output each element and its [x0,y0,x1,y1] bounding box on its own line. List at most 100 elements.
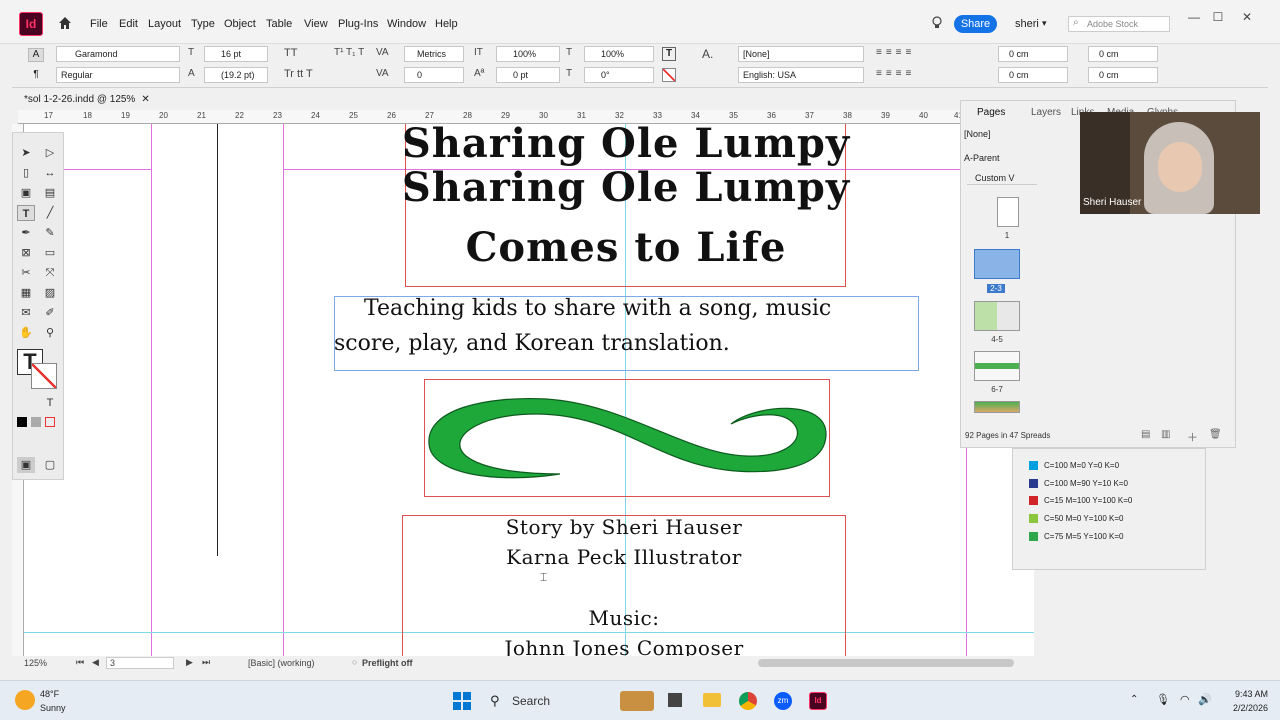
swatch-row[interactable]: C=15 M=100 Y=100 K=0 [1013,492,1205,509]
font-style-field[interactable]: Regular [56,67,180,83]
file-explorer-icon[interactable] [703,693,721,707]
gap-tool-icon[interactable]: ↔ [41,165,59,181]
page-thumb-4-5[interactable] [974,301,1020,331]
minimize-icon[interactable]: — [1184,10,1204,24]
fill-text-icon[interactable]: T [662,47,676,61]
skew-field[interactable]: 0° [584,67,654,83]
clock-time[interactable]: 9:43 AM [1218,689,1268,699]
taskbar-search[interactable]: Search [484,689,604,713]
previous-page-icon[interactable]: ◀ [92,657,99,668]
pencil-tool-icon[interactable]: ✎ [41,225,59,241]
vertical-scale-field[interactable]: 100% [496,46,560,62]
edit-page-size-icon[interactable]: ▤ [1141,429,1150,440]
menu-table[interactable]: Table [266,18,292,30]
content-placer-icon[interactable]: ▤ [41,185,59,201]
eyedropper-tool-icon[interactable]: ✐ [41,305,59,321]
font-size-field[interactable]: 16 pt [204,46,268,62]
last-page-icon[interactable]: ⏭ [202,657,210,668]
paragraph-mode-icon[interactable]: ¶ [28,68,44,82]
delete-page-icon[interactable]: 🗑 [1209,429,1222,440]
tray-chevron-icon[interactable]: ⌃ [1130,694,1138,705]
share-button[interactable]: Share [954,15,997,33]
tab-layers[interactable]: Layers [1031,107,1061,118]
gradient-feather-tool-icon[interactable]: ▨ [41,285,59,301]
rectangle-frame-tool-icon[interactable]: ⊠ [17,245,35,261]
swatch-row[interactable]: C=50 M=0 Y=100 K=0 [1013,510,1205,527]
first-line-indent-field[interactable]: 0 cm [998,67,1068,83]
chrome-icon[interactable] [739,692,757,710]
apply-color-icon[interactable] [17,417,27,427]
menu-window[interactable]: Window [387,18,426,30]
green-swirl-graphic[interactable] [426,394,828,484]
user-menu[interactable]: sheri [1015,18,1039,30]
kerning-field[interactable]: Metrics [404,46,464,62]
horizontal-scrollbar[interactable] [758,659,1014,667]
formatting-text-icon[interactable]: T [41,395,59,411]
first-page-icon[interactable]: ⏮ [76,657,84,668]
zoom-tool-icon[interactable]: ⚲ [41,325,59,341]
scissors-tool-icon[interactable]: ✂ [17,265,35,281]
menu-object[interactable]: Object [224,18,256,30]
last-line-indent-field[interactable]: 0 cm [1088,67,1158,83]
document-tab[interactable]: *sol 1-2-26.indd @ 125% ✕ [12,90,152,110]
home-icon[interactable] [57,15,73,31]
tab-pages[interactable]: Pages [977,107,1005,118]
next-page-icon[interactable]: ▶ [186,657,193,668]
menu-type[interactable]: Type [191,18,215,30]
direct-selection-tool-icon[interactable]: ▷ [41,145,59,161]
page-thumb-6-7[interactable] [974,351,1020,381]
page-thumb-8-9[interactable] [974,401,1020,413]
volume-icon[interactable]: 🔊 [1198,693,1212,706]
swatch-row[interactable]: C=100 M=0 Y=0 K=0 [1013,457,1205,474]
underline-icon[interactable]: Tr tt T [284,68,313,80]
page-options-icon[interactable]: ▥ [1161,429,1170,440]
stroke-none-icon[interactable] [662,68,676,82]
windows-start-icon[interactable] [453,692,471,710]
maximize-icon[interactable]: ☐ [1208,10,1228,24]
clock-date[interactable]: 2/2/2026 [1218,703,1268,713]
type-tool-icon[interactable]: T [17,205,35,221]
line-tool-icon[interactable]: ╱ [41,205,59,221]
character-mode-icon[interactable]: A [28,48,44,62]
menu-plugins[interactable]: Plug-Ins [338,18,378,30]
microphone-icon[interactable]: 🎙 [1156,693,1170,706]
align-buttons-bottom[interactable]: ≡≡≡≡ [876,68,915,79]
page-number-field[interactable]: 3 [106,657,174,669]
swatch-row[interactable]: C=75 M=5 Y=100 K=0 [1013,528,1205,545]
widgets-icon[interactable] [620,691,654,711]
wifi-icon[interactable]: ◠ [1180,693,1190,706]
adobe-stock-search[interactable]: Adobe Stock [1068,16,1170,32]
zoom-app-icon[interactable]: zm [774,692,792,710]
close-icon[interactable]: ✕ [1237,10,1257,24]
selection-tool-icon[interactable]: ➤ [17,145,35,161]
baseline-shift-field[interactable]: 0 pt [496,67,560,83]
parent-a[interactable]: A-Parent [964,153,1000,163]
hand-tool-icon[interactable]: ✋ [17,325,35,341]
profile-label[interactable]: [Basic] (working) [248,658,315,668]
apply-none-icon[interactable] [45,417,55,427]
rectangle-tool-icon[interactable]: ▭ [41,245,59,261]
page-size-dropdown[interactable]: Custom V [967,171,1037,185]
preview-mode-icon[interactable]: ▢ [41,457,59,473]
language-field[interactable]: English: USA [738,67,864,83]
superscript-icon[interactable]: T¹ T₁ T [334,47,364,58]
right-indent-field[interactable]: 0 cm [1088,46,1158,62]
horizontal-scale-field[interactable]: 100% [584,46,654,62]
menu-layout[interactable]: Layout [148,18,181,30]
align-buttons-top[interactable]: ≡≡≡≡ [876,47,915,58]
page-tool-icon[interactable]: ▯ [17,165,35,181]
leading-field[interactable]: (19.2 pt) [204,67,268,83]
page-thumb-1[interactable] [997,197,1019,227]
font-family-field[interactable]: Garamond [56,46,180,62]
menu-edit[interactable]: Edit [119,18,138,30]
page-thumb-2-3[interactable] [974,249,1020,279]
weather-icon[interactable] [15,690,35,710]
gradient-swatch-tool-icon[interactable]: ▦ [17,285,35,301]
close-tab-icon[interactable]: ✕ [141,94,149,105]
new-page-icon[interactable]: ＋ [1187,429,1198,445]
normal-mode-icon[interactable]: ▣ [17,457,35,473]
pen-tool-icon[interactable]: ✒ [17,225,35,241]
note-tool-icon[interactable]: ✉ [17,305,35,321]
swatch-row[interactable]: C=100 M=90 Y=10 K=0 [1013,475,1205,492]
stroke-swatch-icon[interactable] [31,363,57,389]
